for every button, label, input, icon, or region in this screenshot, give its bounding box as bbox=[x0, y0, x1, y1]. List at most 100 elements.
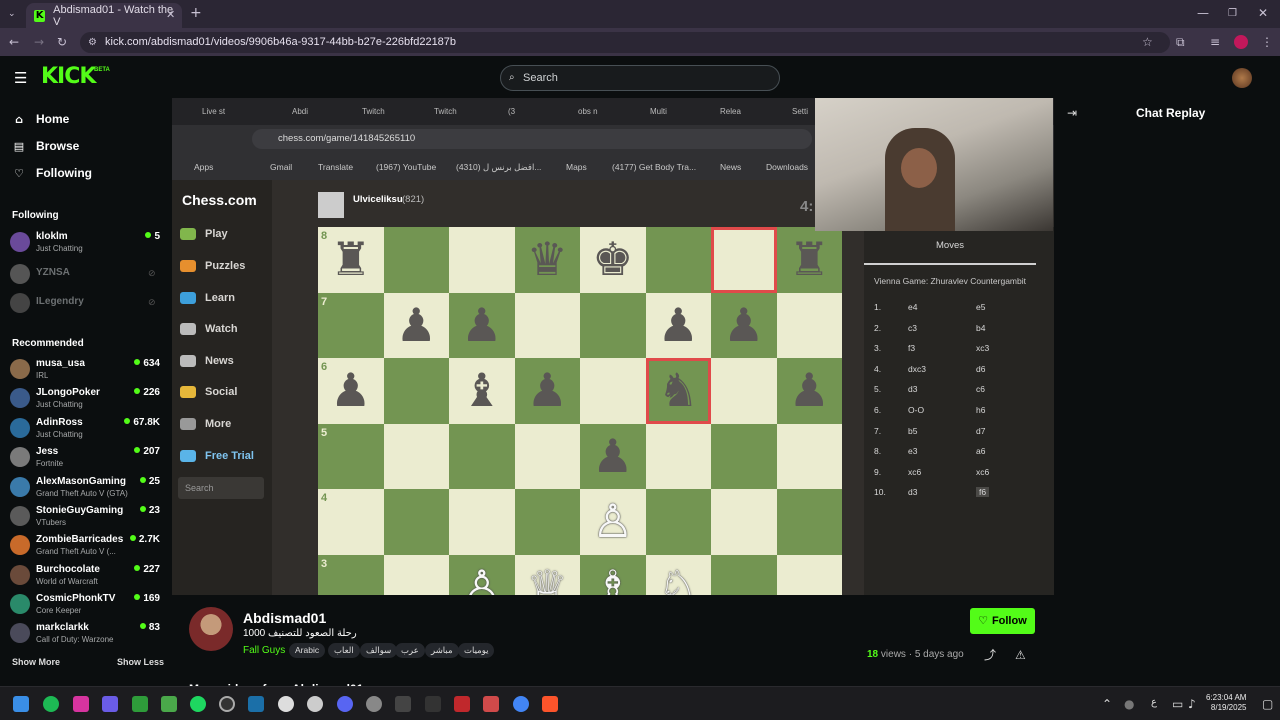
tab-list-icon[interactable]: ⌄ bbox=[8, 7, 16, 21]
move[interactable]: b4 bbox=[976, 323, 985, 333]
move[interactable]: c6 bbox=[976, 384, 985, 394]
close-window-icon[interactable]: ✕ bbox=[1258, 6, 1268, 20]
reload-icon[interactable]: ↻ bbox=[57, 35, 67, 49]
recommended-channel[interactable]: JLongoPoker Just Chatting 226 bbox=[10, 385, 160, 413]
search-input[interactable]: ⌕ Search bbox=[500, 65, 780, 91]
sidebar-item-browse[interactable]: ▤ Browse bbox=[12, 139, 80, 153]
move[interactable]: e4 bbox=[908, 302, 917, 312]
app-icon[interactable] bbox=[102, 696, 118, 712]
obs-icon[interactable] bbox=[307, 696, 323, 712]
kick-logo[interactable]: KICK bbox=[41, 64, 96, 89]
move[interactable]: d6 bbox=[976, 364, 985, 374]
move[interactable]: a6 bbox=[976, 446, 985, 456]
tag[interactable]: Arabic bbox=[289, 643, 326, 658]
back-icon[interactable]: ← bbox=[9, 35, 19, 49]
close-tab-icon[interactable]: ✕ bbox=[166, 8, 175, 22]
user-avatar[interactable] bbox=[1232, 68, 1252, 88]
language-indicator[interactable]: ع bbox=[1151, 697, 1157, 708]
move[interactable]: xc3 bbox=[976, 343, 989, 353]
move[interactable]: b5 bbox=[908, 426, 917, 436]
steam-icon[interactable] bbox=[248, 696, 264, 712]
category-link[interactable]: Fall Guys bbox=[243, 645, 285, 656]
tray-chevron-icon[interactable]: ⌃ bbox=[1102, 697, 1112, 711]
move[interactable]: xc6 bbox=[908, 467, 921, 477]
sidebar-item-home[interactable]: ⌂ Home bbox=[12, 112, 69, 126]
tag[interactable]: عرب bbox=[395, 643, 425, 658]
recommended-channel[interactable]: AlexMasonGaming Grand Theft Auto V (GTA) 2… bbox=[10, 474, 160, 502]
move[interactable]: f6 bbox=[976, 487, 990, 498]
recommended-channel[interactable]: StonieGuyGaming VTubers 23 bbox=[10, 503, 160, 531]
following-channel[interactable]: YZNSA ⊘ bbox=[10, 261, 160, 289]
start-icon[interactable] bbox=[13, 696, 29, 712]
app-icon[interactable] bbox=[132, 696, 148, 712]
tag[interactable]: سوالف bbox=[360, 643, 398, 658]
epic-icon[interactable] bbox=[425, 696, 441, 712]
move[interactable]: e3 bbox=[908, 446, 917, 456]
move[interactable]: d7 bbox=[976, 426, 985, 436]
show-less-button[interactable]: Show Less bbox=[117, 657, 164, 667]
spotify-icon[interactable] bbox=[190, 696, 206, 712]
discord-icon[interactable] bbox=[337, 696, 353, 712]
volume-icon[interactable]: ♪ bbox=[1188, 697, 1196, 711]
system-clock[interactable]: 6:23:04 AM 8/19/2025 bbox=[1206, 693, 1246, 713]
move[interactable]: d3 bbox=[908, 487, 917, 497]
site-info-icon[interactable]: ⚙ bbox=[88, 36, 97, 50]
app-icon[interactable] bbox=[219, 696, 235, 712]
media-icon[interactable]: ≡ bbox=[1210, 35, 1220, 49]
app-icon[interactable] bbox=[395, 696, 411, 712]
report-icon[interactable]: ⚠ bbox=[1015, 648, 1026, 662]
hamburger-menu-icon[interactable]: ☰ bbox=[14, 71, 27, 86]
following-channel[interactable]: ILegendry ⊘ bbox=[10, 290, 160, 318]
move[interactable]: e5 bbox=[976, 302, 985, 312]
new-tab-icon[interactable]: + bbox=[190, 6, 202, 20]
app-icon[interactable] bbox=[454, 696, 470, 712]
move[interactable]: d3 bbox=[908, 384, 917, 394]
recommended-channel[interactable]: musa_usa IRL 634 bbox=[10, 356, 160, 384]
profile-avatar[interactable] bbox=[1234, 35, 1248, 49]
move[interactable]: f3 bbox=[908, 343, 915, 353]
follow-button[interactable]: ♡ Follow bbox=[970, 608, 1035, 634]
app-icon[interactable] bbox=[366, 696, 382, 712]
brave-icon[interactable] bbox=[542, 696, 558, 712]
collapse-chat-icon[interactable]: ⇥ bbox=[1067, 106, 1077, 120]
recommended-channel[interactable]: CosmicPhonkTV Core Keeper 169 bbox=[10, 591, 160, 619]
chrome-icon[interactable] bbox=[513, 696, 529, 712]
channel-name[interactable]: Abdismad01 bbox=[243, 610, 326, 626]
tag[interactable]: يوميات bbox=[458, 643, 495, 658]
channel-avatar[interactable] bbox=[189, 607, 233, 651]
app-icon[interactable] bbox=[73, 696, 89, 712]
move[interactable]: h6 bbox=[976, 405, 985, 415]
recommended-channel[interactable]: AdinRoss Just Chatting 67.8K bbox=[10, 415, 160, 443]
recommended-channel[interactable]: ZombieBarricades Grand Theft Auto V (... 2… bbox=[10, 532, 160, 560]
sidebar-item-following[interactable]: ♡ Following bbox=[12, 166, 92, 180]
mic-icon[interactable]: ● bbox=[1124, 697, 1134, 711]
address-bar[interactable]: ⚙ kick.com/abdismad01/videos/9906b46a-93… bbox=[80, 32, 1170, 53]
move[interactable]: xc6 bbox=[976, 467, 989, 477]
recommended-channel[interactable]: Burchocolate World of Warcraft 227 bbox=[10, 562, 160, 590]
following-channel[interactable]: kloklm Just Chatting 5 bbox=[10, 229, 160, 257]
browser-menu-icon[interactable]: ⋮ bbox=[1261, 35, 1273, 49]
show-more-button[interactable]: Show More bbox=[12, 657, 60, 667]
app-icon[interactable] bbox=[161, 696, 177, 712]
minimize-icon[interactable]: — bbox=[1197, 6, 1209, 20]
app-icon[interactable] bbox=[483, 696, 499, 712]
recommended-channel[interactable]: markclarkk Call of Duty: Warzone 83 bbox=[10, 620, 160, 648]
extensions-icon[interactable]: ⧉ bbox=[1176, 35, 1185, 49]
restore-icon[interactable]: ❐ bbox=[1228, 7, 1237, 21]
browser-tab-active[interactable]: K Abdismad01 - Watch the V ✕ bbox=[26, 3, 182, 28]
tag[interactable]: مباشر bbox=[425, 643, 459, 658]
notification-icon[interactable]: ▢ bbox=[1262, 697, 1273, 711]
share-icon[interactable]: ⤴ bbox=[984, 648, 996, 662]
app-icon[interactable] bbox=[43, 696, 59, 712]
app-icon[interactable] bbox=[278, 696, 294, 712]
move[interactable]: dxc3 bbox=[908, 364, 926, 374]
tag[interactable]: العاب bbox=[328, 643, 360, 658]
board-square bbox=[383, 423, 449, 489]
move[interactable]: O-O bbox=[908, 405, 924, 415]
forward-icon[interactable]: → bbox=[34, 35, 44, 49]
bookmark-star-icon[interactable]: ☆ bbox=[1142, 35, 1153, 49]
move[interactable]: c3 bbox=[908, 323, 917, 333]
recommended-channel[interactable]: Jess Fortnite 207 bbox=[10, 444, 160, 472]
channel-name: kloklm bbox=[36, 231, 68, 242]
network-icon[interactable]: ▭ bbox=[1172, 697, 1183, 711]
